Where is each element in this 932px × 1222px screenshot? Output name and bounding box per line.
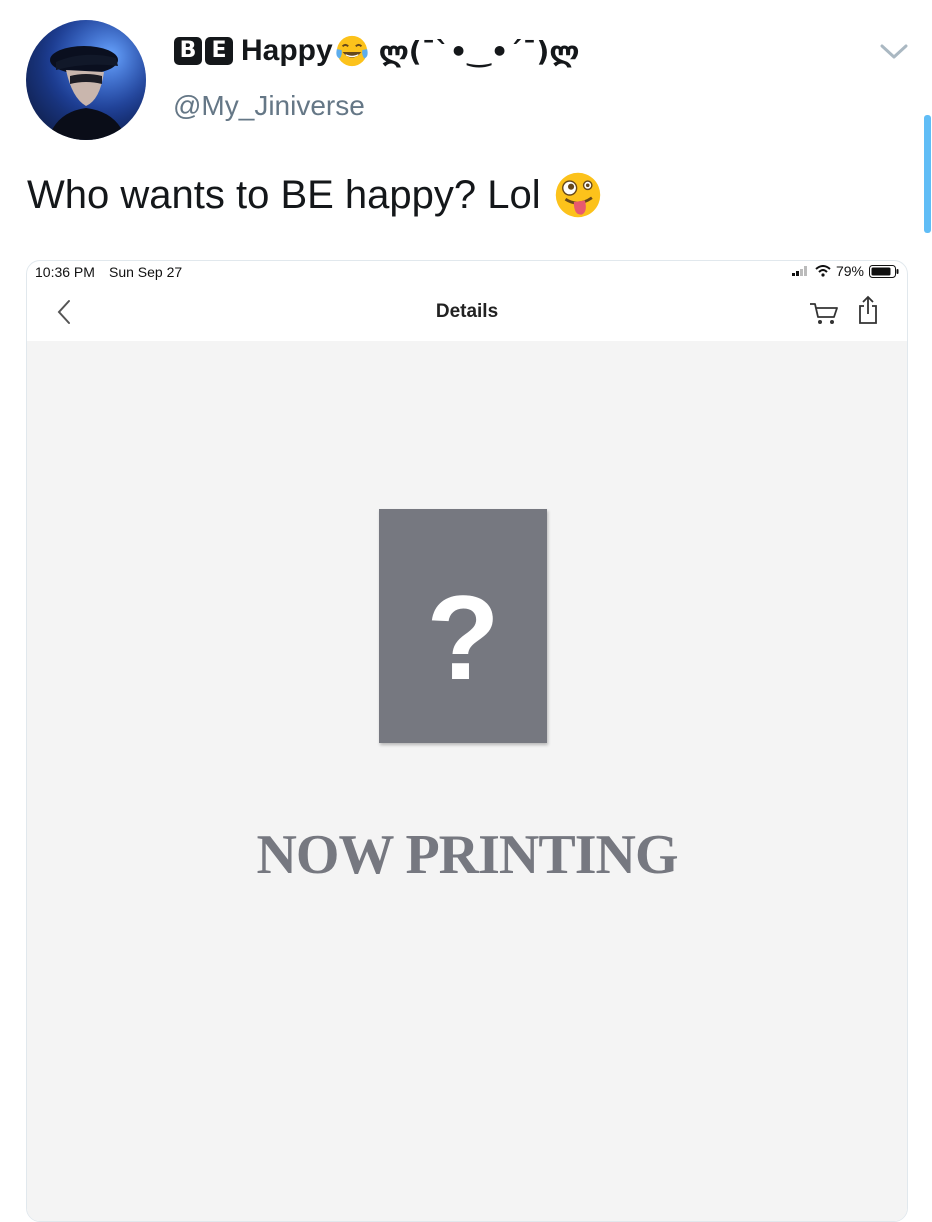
avatar[interactable] [26, 20, 146, 140]
status-bar: 10:36 PM Sun Sep 27 79% [27, 261, 907, 281]
placeholder-image: ? [379, 509, 547, 743]
avatar-photo [26, 20, 146, 140]
question-mark-icon: ? [426, 571, 499, 705]
display-name-text: Happy [241, 34, 333, 67]
now-printing-caption: NOW PRINTING [256, 824, 678, 886]
letter-box-e: E [205, 37, 233, 65]
product-image-area: ? NOW PRINTING [27, 341, 907, 1221]
kaomoji: ლ(¯`•‿•´¯)ლ [378, 34, 580, 68]
placeholder-symbol: ? [426, 571, 499, 705]
tweet-text-body: Who wants to BE happy? Lol [27, 172, 541, 217]
wifi-icon [815, 265, 831, 277]
scrollbar[interactable] [924, 115, 931, 233]
user-handle[interactable]: @My_Jiniverse [173, 90, 365, 122]
zany-face-icon [555, 172, 600, 218]
signal-icon [791, 266, 807, 276]
attached-screenshot[interactable]: 10:36 PM Sun Sep 27 79% Details ? NOW PR… [26, 260, 908, 1222]
letter-box-b: B [174, 37, 202, 65]
status-indicators: 79% [791, 263, 899, 279]
chevron-down-icon[interactable] [878, 40, 910, 64]
tweet-text: Who wants to BE happy? Lol [27, 170, 603, 220]
share-icon[interactable] [857, 295, 879, 325]
display-name[interactable]: B E Happy ლ(¯`•‿•´¯)ლ [174, 34, 579, 68]
battery-percent: 79% [835, 263, 864, 279]
nav-bar: Details [27, 283, 907, 339]
page-title: Details [435, 301, 499, 322]
status-date: Sun Sep 27 [109, 264, 183, 280]
battery-icon [869, 264, 899, 278]
cart-icon[interactable] [809, 301, 839, 327]
status-time: 10:36 PM [35, 264, 95, 280]
face-with-tears-of-joy-icon [336, 35, 368, 67]
